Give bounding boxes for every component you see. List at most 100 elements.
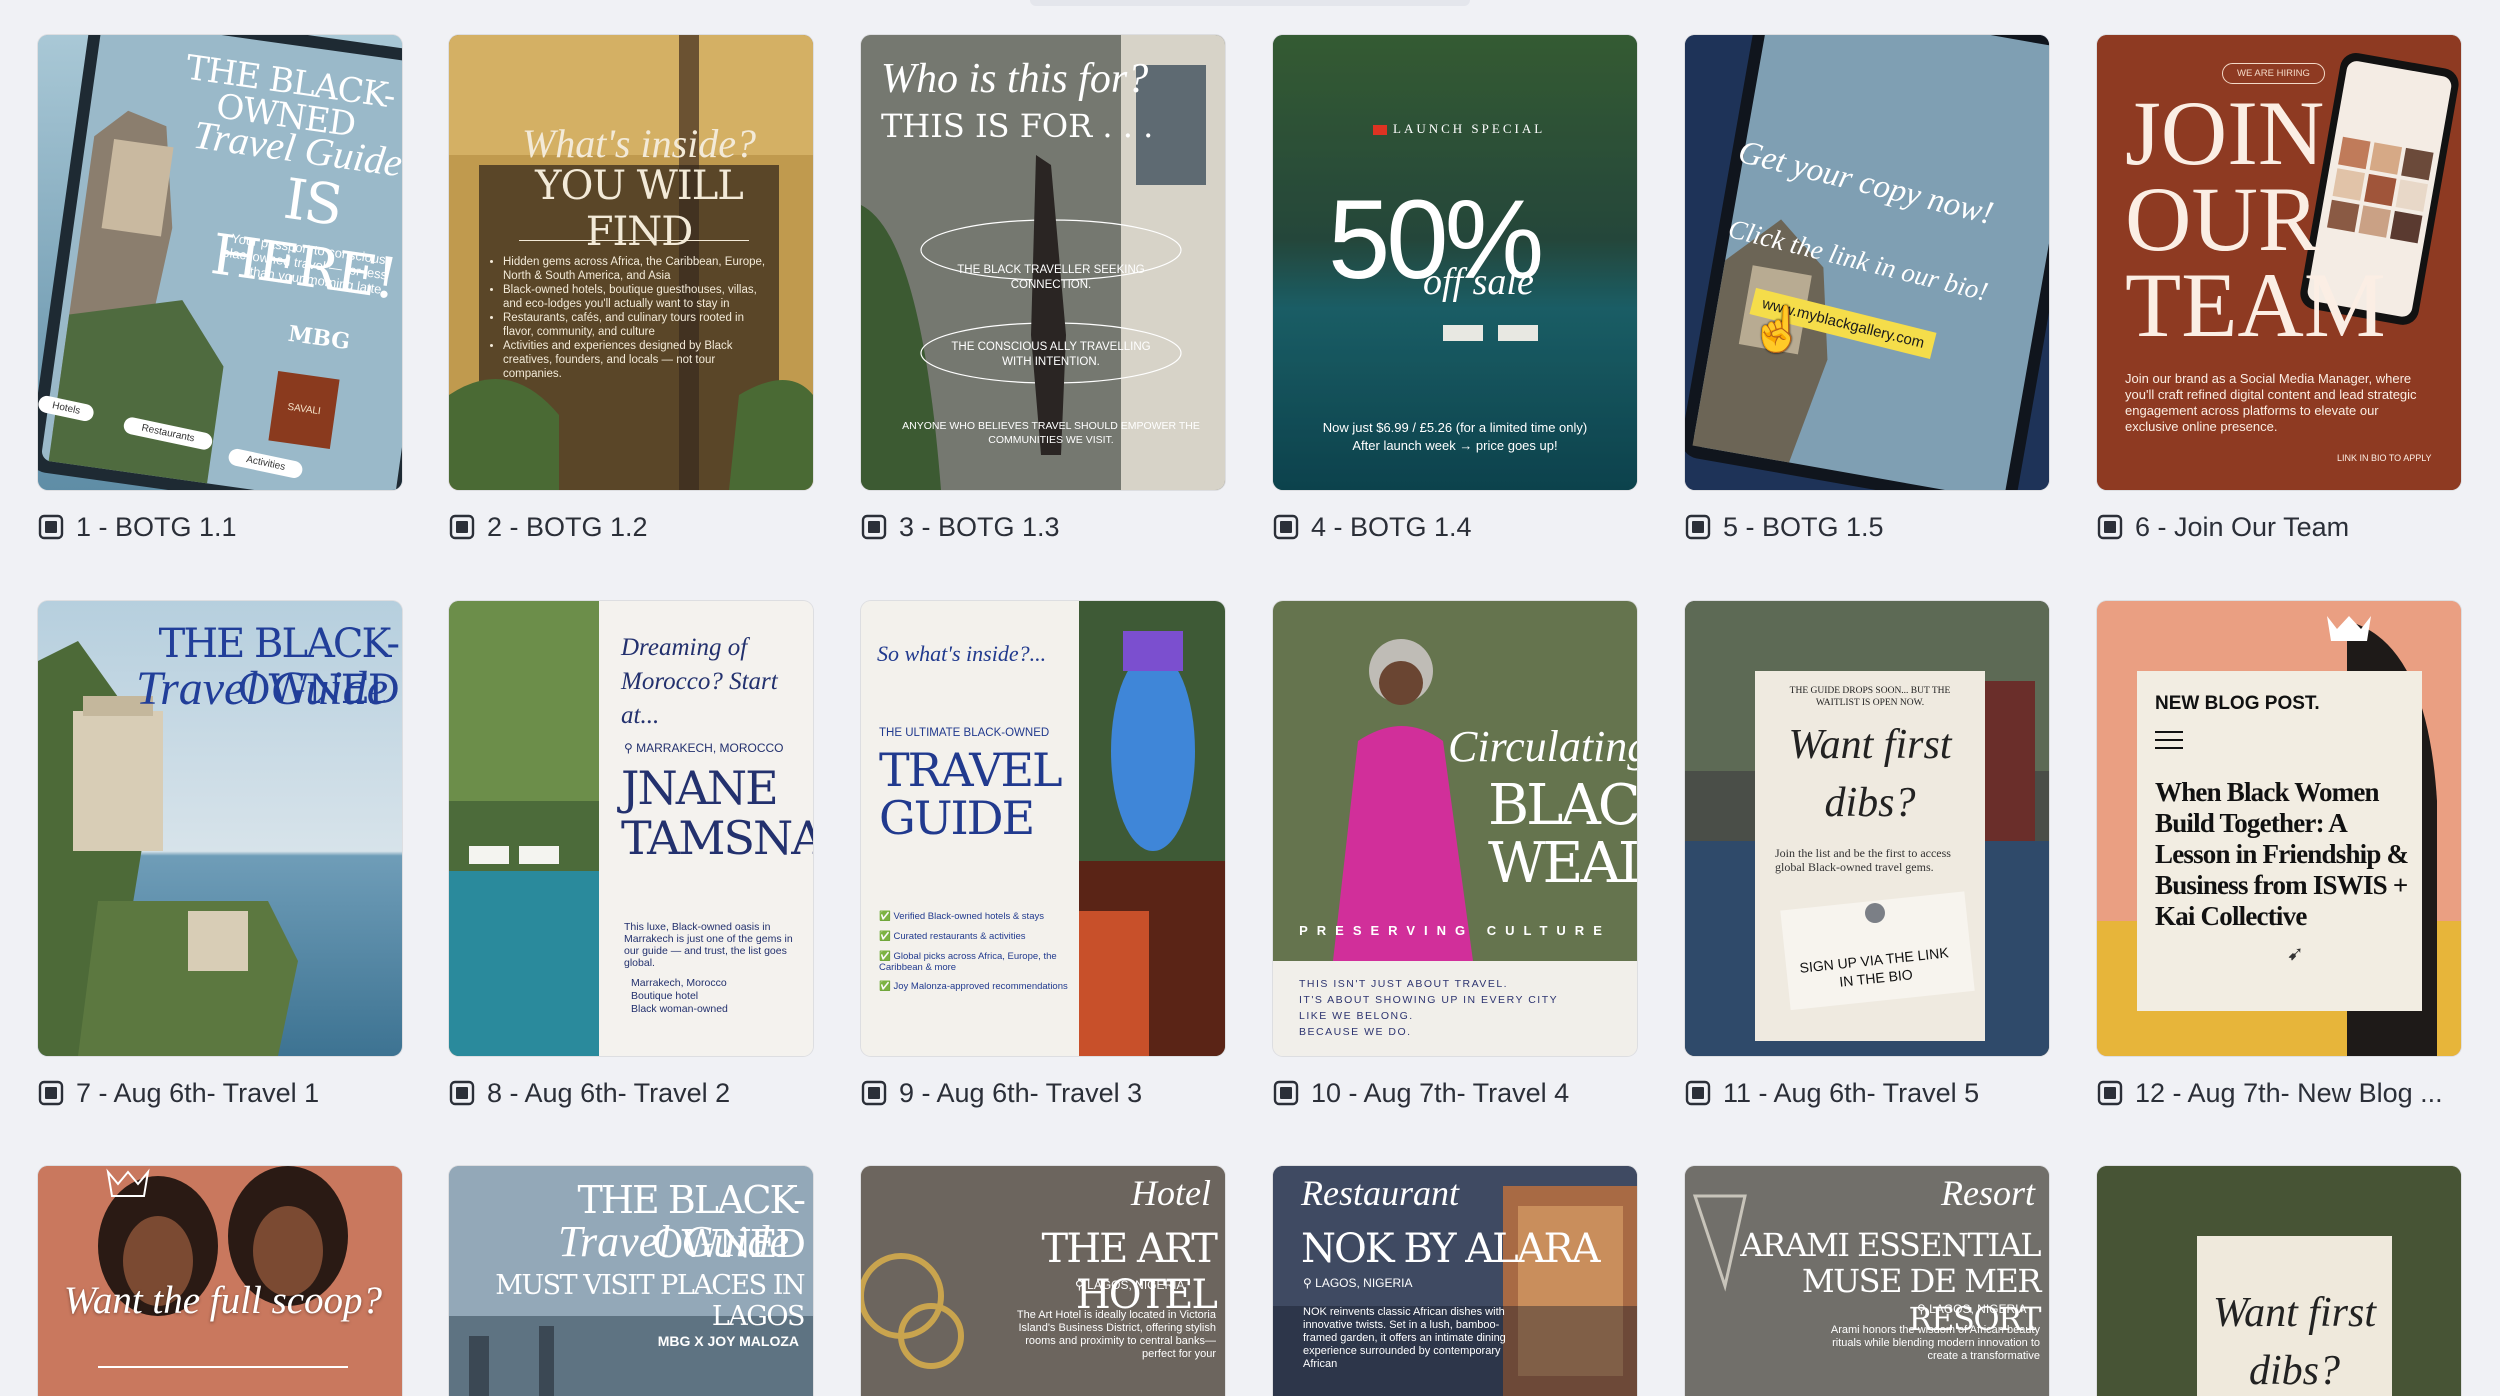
card-12-kicker: NEW BLOG POST. xyxy=(2155,693,2320,714)
caption-12[interactable]: 12 - Aug 7th- New Blog ... xyxy=(2097,1073,2443,1113)
card-17-title-1: ARAMI ESSENTIAL xyxy=(1740,1226,2041,1264)
card-6-pill: WE ARE HIRING xyxy=(2222,63,2325,84)
design-thumbnail-6[interactable]: WE ARE HIRING JOIN OUR TEAM Join our bra… xyxy=(2097,35,2461,490)
design-thumbnail-3[interactable]: Who is this for? THIS IS FOR . . . THE B… xyxy=(861,35,1225,490)
check-icon: ✅ xyxy=(879,951,891,962)
card-2-bullet-1: Hidden gems across Africa, the Caribbean… xyxy=(503,255,773,283)
design-thumbnail-12[interactable]: NEW BLOG POST. When Black Women Build To… xyxy=(2097,601,2461,1056)
caption-6[interactable]: 6 - Join Our Team xyxy=(2097,507,2349,547)
caption-9-text: 9 - Aug 6th- Travel 3 xyxy=(899,1077,1143,1108)
caption-3-text: 3 - BOTG 1.3 xyxy=(899,511,1060,542)
design-file-icon xyxy=(1685,1080,1711,1106)
design-file-icon xyxy=(2097,514,2123,540)
card-2-bullets: Hidden gems across Africa, the Caribbean… xyxy=(487,255,773,381)
card-12-title: When Black Women Build Together: A Lesso… xyxy=(2155,777,2409,931)
card-6-big-2: OUR xyxy=(2125,168,2320,270)
card-16-location-text: LAGOS, NIGERIA xyxy=(1315,1276,1413,1290)
design-thumbnail-9[interactable]: So what's inside?... THE ULTIMATE BLACK-… xyxy=(861,601,1225,1056)
caption-8[interactable]: 8 - Aug 6th- Travel 2 xyxy=(449,1073,730,1113)
design-file-icon xyxy=(861,514,887,540)
caption-4[interactable]: 4 - BOTG 1.4 xyxy=(1273,507,1472,547)
flag-icon xyxy=(1373,124,1387,135)
card-15-title: THE ART HOTEL xyxy=(1041,1226,1218,1318)
check-icon: ✅ xyxy=(879,981,891,992)
caption-11[interactable]: 11 - Aug 6th- Travel 5 xyxy=(1685,1073,1979,1113)
design-thumbnail-15[interactable]: Hotel THE ART HOTEL ⚲ LAGOS, NIGERIA The… xyxy=(861,1166,1225,1396)
design-thumbnail-5[interactable]: Get your copy now! Click the link in our… xyxy=(1685,35,2049,490)
card-9-check-2-text: Curated restaurants & activities xyxy=(893,931,1026,942)
card-8-location: ⚲ MARRAKECH, MOROCCO xyxy=(624,741,783,755)
caption-10-text: 10 - Aug 7th- Travel 4 xyxy=(1311,1077,1570,1108)
card-3-item-2: THE CONSCIOUS ALLY TRAVELLING WITH INTEN… xyxy=(951,341,1151,368)
card-15-location: ⚲ LAGOS, NIGERIA xyxy=(1075,1278,1185,1292)
card-16-location: ⚲ LAGOS, NIGERIA xyxy=(1303,1276,1413,1290)
design-file-icon xyxy=(1273,1080,1299,1106)
card-4-tag-text: LAUNCH SPECIAL xyxy=(1393,121,1546,136)
card-14-brand: MBG X JOY MALOZA xyxy=(657,1333,799,1349)
card-4-script: off sale xyxy=(1423,261,1534,303)
card-10-script: Circulating xyxy=(1448,722,1637,771)
card-8-line-3: Black woman-owned xyxy=(631,1003,728,1015)
design-thumbnail-17[interactable]: Resort ARAMI ESSENTIAL MUSE DE MER RESOR… xyxy=(1685,1166,2049,1396)
card-17-location: ⚲ LAGOS, NIGERIA xyxy=(1917,1302,2027,1316)
card-9-check-4: ✅ Joy Malonza-approved recommendations xyxy=(879,981,1079,992)
design-thumbnail-11[interactable]: THE GUIDE DROPS SOON... BUT THE WAITLIST… xyxy=(1685,601,2049,1056)
design-thumbnail-16[interactable]: Restaurant NOK BY ALARA ⚲ LAGOS, NIGERIA… xyxy=(1273,1166,1637,1396)
design-thumbnail-7[interactable]: THE BLACK-OWNED Travel Guide xyxy=(38,601,402,1056)
card-9-check-3: ✅ Global picks across Africa, Europe, th… xyxy=(879,951,1079,973)
card-2-title: YOU WILL FIND xyxy=(535,163,744,255)
card-8-script: Dreaming of Morocco? Start at... xyxy=(621,634,778,729)
card-14-subtitle: MUST VISIT PLACES IN LAGOS xyxy=(495,1270,805,1332)
card-15-script: Hotel xyxy=(1131,1173,1211,1213)
card-10-spaced: PRESERVING CULTURE xyxy=(1299,923,1611,938)
card-2-divider xyxy=(519,240,749,241)
card-7-script: Travel Guide xyxy=(136,662,388,715)
pin-icon: ⚲ xyxy=(624,741,633,755)
caption-7[interactable]: 7 - Aug 6th- Travel 1 xyxy=(38,1073,319,1113)
menu-icon xyxy=(2155,731,2183,749)
caption-2-text: 2 - BOTG 1.2 xyxy=(487,511,648,542)
design-thumbnail-10[interactable]: Circulating BLACK WEALTH PRESERVING CULT… xyxy=(1273,601,1637,1056)
scrollbar-hint xyxy=(1030,0,1470,6)
card-6-foot: LINK IN BIO TO APPLY xyxy=(2337,453,2432,463)
card-11-body: Join the list and be the first to access… xyxy=(1775,846,1951,874)
card-14-script: Travel Guide xyxy=(558,1217,789,1266)
card-16-title: NOK BY ALARA xyxy=(1301,1226,1601,1272)
card-13-divider xyxy=(98,1366,348,1368)
design-thumbnail-13[interactable]: Want the full scoop? xyxy=(38,1166,402,1396)
hand-pointer-icon: ☝ xyxy=(1750,305,1805,354)
card-2-bullet-2: Black-owned hotels, boutique guesthouses… xyxy=(503,283,773,311)
card-16-script: Restaurant xyxy=(1301,1173,1459,1213)
caption-5-text: 5 - BOTG 1.5 xyxy=(1723,511,1884,542)
card-10-line-1: THIS ISN'T JUST ABOUT TRAVEL. xyxy=(1299,978,1509,990)
caption-9[interactable]: 9 - Aug 6th- Travel 3 xyxy=(861,1073,1142,1113)
caption-10[interactable]: 10 - Aug 7th- Travel 4 xyxy=(1273,1073,1569,1113)
design-thumbnail-4[interactable]: LAUNCH SPECIAL 50% off sale Now just $6.… xyxy=(1273,35,1637,490)
caption-8-text: 8 - Aug 6th- Travel 2 xyxy=(487,1077,731,1108)
pin-icon: ⚲ xyxy=(1917,1302,1926,1316)
card-8-body: This luxe, Black-owned oasis in Marrakec… xyxy=(624,921,793,969)
card-13-script: Want the full scoop? xyxy=(63,1279,383,1322)
card-3-title: THIS IS FOR . . . xyxy=(881,107,1154,145)
caption-6-text: 6 - Join Our Team xyxy=(2135,511,2350,542)
caption-11-text: 11 - Aug 6th- Travel 5 xyxy=(1723,1077,1980,1108)
card-3-script: Who is this for? xyxy=(881,56,1149,102)
card-10-line-2: IT'S ABOUT SHOWING UP IN EVERY CITY xyxy=(1299,994,1559,1006)
design-thumbnail-1[interactable]: THE BLACK-OWNED Travel Guide IS HERE! Yo… xyxy=(38,35,402,490)
card-9-script: So what's inside?... xyxy=(877,641,1047,666)
card-6-big-3: TEAM xyxy=(2125,254,2386,356)
design-file-icon xyxy=(38,514,64,540)
card-9-kicker: THE ULTIMATE BLACK-OWNED xyxy=(879,727,1050,739)
design-thumbnail-18[interactable]: Want first dibs? xyxy=(2097,1166,2461,1396)
check-icon: ✅ xyxy=(879,911,891,922)
card-8-line-1: Marrakech, Morocco xyxy=(631,977,727,989)
caption-2[interactable]: 2 - BOTG 1.2 xyxy=(449,507,648,547)
caption-3[interactable]: 3 - BOTG 1.3 xyxy=(861,507,1060,547)
card-15-location-text: LAGOS, NIGERIA xyxy=(1087,1278,1185,1292)
caption-1[interactable]: 1 - BOTG 1.1 xyxy=(38,507,237,547)
caption-5[interactable]: 5 - BOTG 1.5 xyxy=(1685,507,1884,547)
design-thumbnail-2[interactable]: What's inside? YOU WILL FIND Hidden gems… xyxy=(449,35,813,490)
card-8-title: JNANE TAMSNA xyxy=(621,761,813,865)
design-thumbnail-8[interactable]: Dreaming of Morocco? Start at... ⚲ MARRA… xyxy=(449,601,813,1056)
design-thumbnail-14[interactable]: THE BLACK-OWNED Travel Guide MUST VISIT … xyxy=(449,1166,813,1396)
